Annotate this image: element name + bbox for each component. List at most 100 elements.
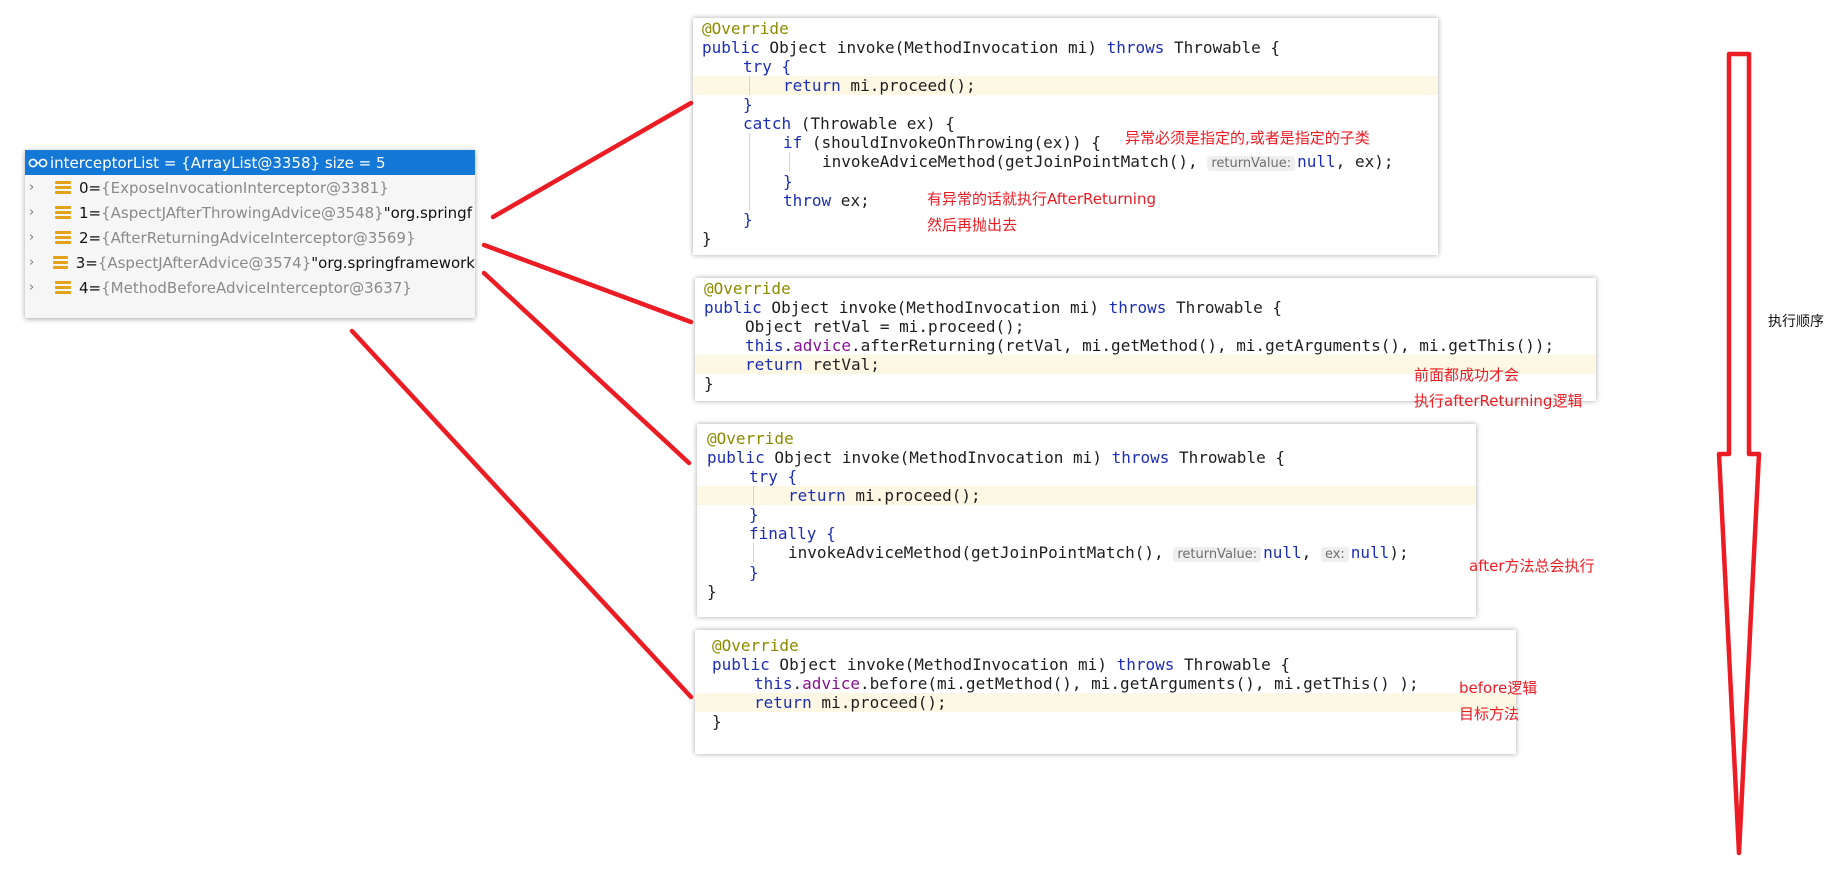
field-reference: advice: [802, 674, 860, 693]
keyword: return: [754, 693, 812, 712]
indent-guide: [749, 133, 750, 152]
connector-line: [481, 242, 694, 325]
item-index: 3: [75, 253, 86, 272]
watch-glasses-icon: [28, 158, 48, 168]
expand-chevron-icon[interactable]: ›: [29, 205, 45, 220]
note-target-method: 目标方法: [1459, 705, 1520, 723]
note-after-always: after方法总会执行: [1469, 557, 1595, 575]
code-text: }: [743, 95, 753, 114]
field-icon: [53, 256, 68, 269]
keyword: finally: [749, 524, 817, 543]
code-line: @Override: [693, 19, 1438, 38]
code-line: }: [697, 582, 1476, 601]
code-text: .: [783, 336, 794, 355]
code-line: }: [695, 712, 1516, 731]
note-after-throwing-2: 然后再抛出去: [927, 216, 1018, 234]
code-text: (shouldInvokeOnThrowing(ex)) {: [802, 133, 1101, 152]
code-text: invokeAdviceMethod(getJoinPointMatch(),: [788, 543, 1174, 562]
code-after-finally: @Override public Object invoke(MethodInv…: [697, 424, 1476, 617]
item-type: {AspectJAfterThrowingAdvice@3548}: [101, 203, 384, 222]
note-after-returning-1: 前面都成功才会: [1414, 366, 1520, 384]
debug-list-item[interactable]: › 3 = {AspectJAfterAdvice@3574} "org.spr…: [25, 250, 475, 275]
debug-list-item[interactable]: › 4 = {MethodBeforeAdviceInterceptor@363…: [25, 275, 475, 300]
code-text: );: [1389, 543, 1409, 562]
code-text: Throwable {: [1164, 38, 1280, 57]
code-line: public Object invoke(MethodInvocation mi…: [695, 655, 1516, 674]
code-text: .: [792, 674, 803, 693]
code-line: Object retVal = mi.proceed();: [695, 317, 1596, 336]
item-index: 2: [79, 228, 89, 247]
code-line-highlighted: return mi.proceed();: [697, 486, 1476, 505]
code-text: }: [707, 582, 717, 601]
debugger-variables-panel: interceptorList = {ArrayList@3358} size …: [25, 150, 475, 318]
field-reference: advice: [793, 336, 851, 355]
code-text: Object invoke(MethodInvocation mi): [759, 38, 1107, 57]
debug-list-item[interactable]: › 1 = {AspectJAfterThrowingAdvice@3548} …: [25, 200, 475, 225]
parameter-hint: returnValue:: [1207, 156, 1296, 171]
keyword: throws: [1106, 38, 1165, 57]
field-icon: [55, 231, 71, 244]
code-text: ,: [1301, 543, 1321, 562]
code-text: Throwable {: [1166, 298, 1282, 317]
override-annotation: @Override: [704, 279, 791, 298]
keyword: throws: [1116, 655, 1175, 674]
keyword: throws: [1108, 298, 1167, 317]
code-line: public Object invoke(MethodInvocation mi…: [693, 38, 1438, 57]
expand-chevron-icon[interactable]: ›: [29, 280, 45, 295]
execution-order-arrow: [1716, 51, 1762, 856]
connector-line: [481, 270, 692, 466]
item-index: 0: [79, 178, 89, 197]
keyword: public: [712, 655, 770, 674]
code-text: }: [783, 172, 793, 191]
keyword: try: [749, 467, 778, 486]
code-text: }: [743, 210, 753, 229]
expand-chevron-icon[interactable]: ›: [29, 255, 43, 270]
keyword: this: [745, 336, 784, 355]
keyword: null: [1263, 543, 1302, 562]
code-text: mi.proceed();: [811, 693, 947, 712]
code-line: @Override: [695, 279, 1596, 298]
code-line: public Object invoke(MethodInvocation mi…: [695, 298, 1596, 317]
debug-list-item[interactable]: › 0 = {ExposeInvocationInterceptor@3381}: [25, 175, 475, 200]
item-extra: "org.springframework: [311, 253, 475, 272]
debug-header-text: interceptorList = {ArrayList@3358} size …: [50, 153, 386, 172]
code-line: }: [693, 210, 1438, 229]
code-text: Object invoke(MethodInvocation mi): [769, 655, 1117, 674]
code-text: {: [777, 467, 798, 486]
code-line: this.advice.afterReturning(retVal, mi.ge…: [695, 336, 1596, 355]
keyword: catch: [743, 114, 792, 133]
expand-chevron-icon[interactable]: ›: [29, 180, 45, 195]
connector-line: [490, 100, 694, 220]
keyword: if: [783, 133, 803, 152]
code-text: }: [704, 374, 714, 393]
debug-list-item[interactable]: › 2 = {AfterReturningAdviceInterceptor@3…: [25, 225, 475, 250]
indent-guide: [749, 172, 750, 191]
code-line: }: [693, 229, 1438, 248]
indent-guide: [753, 486, 754, 505]
field-icon: [55, 181, 71, 194]
keyword: this: [754, 674, 793, 693]
code-line: invokeAdviceMethod(getJoinPointMatch(), …: [697, 543, 1476, 563]
item-type: {MethodBeforeAdviceInterceptor@3637}: [101, 278, 412, 297]
keyword: throws: [1111, 448, 1170, 467]
code-line-highlighted: return mi.proceed();: [693, 76, 1438, 95]
code-text: {: [771, 57, 792, 76]
code-line: }: [697, 563, 1476, 582]
item-equals: =: [88, 228, 102, 247]
keyword: return: [745, 355, 803, 374]
override-annotation: @Override: [702, 19, 789, 38]
note-before-logic: before逻辑: [1459, 679, 1538, 697]
keyword: try: [743, 57, 772, 76]
expand-chevron-icon[interactable]: ›: [29, 230, 45, 245]
override-annotation: @Override: [712, 636, 799, 655]
indent-guide: [789, 152, 790, 172]
item-type: {AspectJAfterAdvice@3574}: [97, 253, 312, 272]
keyword: public: [704, 298, 762, 317]
keyword: return: [788, 486, 846, 505]
parameter-hint: ex:: [1320, 547, 1349, 562]
code-line: @Override: [695, 636, 1516, 655]
parameter-hint: returnValue:: [1173, 547, 1262, 562]
field-icon: [55, 206, 71, 219]
debug-header-row[interactable]: interceptorList = {ArrayList@3358} size …: [25, 150, 475, 175]
code-text: Object invoke(MethodInvocation mi): [761, 298, 1109, 317]
